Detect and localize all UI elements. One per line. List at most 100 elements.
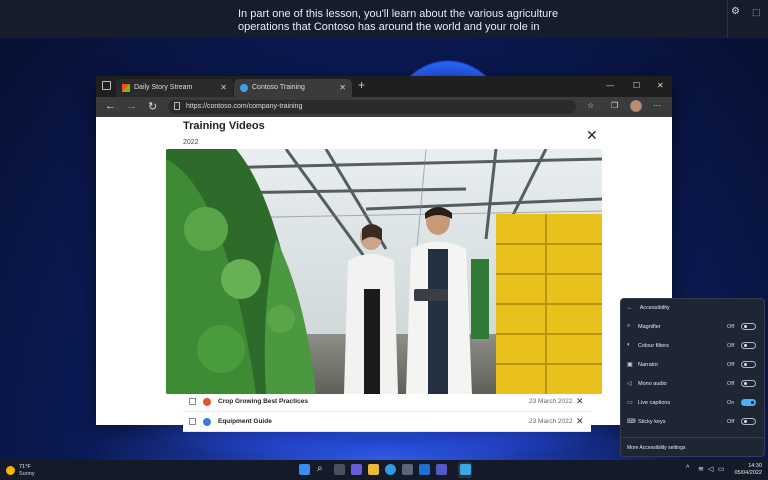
video-frame bbox=[166, 149, 602, 394]
flyout-title: Accessibility bbox=[639, 305, 670, 311]
tab-daily-story-stream[interactable]: Daily Story Stream ✕ bbox=[116, 79, 233, 97]
colour-filters-toggle[interactable] bbox=[741, 342, 756, 349]
maximize-button[interactable]: ☐ bbox=[633, 81, 640, 90]
tab-label: Contoso Training bbox=[252, 84, 305, 91]
video-name: Equipment Guide bbox=[218, 418, 272, 425]
training-video-player[interactable] bbox=[166, 149, 602, 394]
volume-icon[interactable]: ◁ bbox=[708, 465, 713, 473]
weather-cond: Sunny bbox=[19, 471, 35, 477]
narrator-icon: ▣ bbox=[627, 362, 633, 368]
weather-temp: 71°F bbox=[19, 464, 31, 470]
battery-icon[interactable]: ▭ bbox=[718, 465, 725, 473]
start-icon[interactable] bbox=[299, 464, 310, 475]
back-arrow-icon[interactable]: ← bbox=[627, 305, 633, 311]
more-link-label: More Accessibility settings bbox=[627, 445, 686, 451]
tab-strip: Daily Story Stream ✕ Contoso Training ✕ … bbox=[96, 76, 672, 97]
avatar[interactable] bbox=[630, 100, 642, 112]
live-captions-bar: In part one of this lesson, you'll learn… bbox=[0, 0, 768, 38]
list-item[interactable]: Crop Growing Best Practices 23 March 202… bbox=[183, 393, 591, 412]
flyout-header: ← Accessibility bbox=[627, 305, 670, 311]
page-title: Training Videos bbox=[183, 120, 265, 132]
accessibility-flyout: ← Accessibility ⌕ Magnifier Off ◐ Colour… bbox=[620, 298, 765, 457]
more-accessibility-settings-link[interactable]: More Accessibility settings bbox=[621, 437, 764, 457]
item-state: On bbox=[727, 400, 735, 406]
clock[interactable]: 14:30 05/04/2022 bbox=[732, 463, 762, 477]
chevron-up-icon[interactable]: ^ bbox=[686, 465, 689, 472]
magnifier-toggle[interactable] bbox=[741, 323, 756, 330]
remove-icon[interactable]: ✕ bbox=[576, 416, 584, 427]
close-video-button[interactable]: ✕ bbox=[586, 128, 598, 142]
live-captions-icon: ▭ bbox=[627, 400, 633, 406]
chat-icon[interactable] bbox=[351, 464, 362, 475]
magnifier-item[interactable]: ⌕ Magnifier Off bbox=[621, 318, 764, 337]
file-explorer-icon[interactable] bbox=[368, 464, 379, 475]
sticky-keys-item[interactable]: ⌨ Sticky keys Off bbox=[621, 413, 764, 432]
address-bar[interactable]: https://contoso.com/company-training bbox=[168, 100, 576, 114]
sticky-keys-toggle[interactable] bbox=[741, 418, 756, 425]
mono-audio-icon: ◁ bbox=[627, 381, 632, 387]
favorites-icon[interactable]: ☆ bbox=[587, 101, 594, 110]
tab-label: Daily Story Stream bbox=[134, 84, 193, 91]
store-icon[interactable] bbox=[402, 464, 413, 475]
item-label: Sticky keys bbox=[638, 419, 666, 425]
story-icon bbox=[122, 84, 130, 92]
colour-filters-item[interactable]: ◐ Colour filters Off bbox=[621, 337, 764, 356]
minimize-button[interactable]: — bbox=[606, 81, 614, 90]
refresh-button[interactable]: ↻ bbox=[148, 100, 157, 113]
taskbar: 71°F Sunny ⌕ ^ ≋ ◁ ▭ 14:30 05/04/2022 bbox=[0, 460, 768, 480]
close-tab-icon[interactable]: ✕ bbox=[339, 83, 346, 92]
new-tab-button[interactable]: + bbox=[358, 78, 365, 92]
sticky-keys-icon: ⌨ bbox=[627, 419, 636, 425]
forward-button[interactable]: → bbox=[126, 100, 137, 112]
toggle-knob bbox=[744, 420, 747, 423]
tab-actions-icon[interactable] bbox=[102, 81, 111, 90]
video-name: Crop Growing Best Practices bbox=[218, 398, 308, 405]
equipment-icon bbox=[203, 418, 211, 426]
item-label: Mono audio bbox=[638, 381, 667, 387]
pin-icon[interactable]: ⬚ bbox=[752, 6, 761, 19]
edge-icon[interactable] bbox=[385, 464, 396, 475]
search-icon[interactable]: ⌕ bbox=[317, 463, 323, 474]
narrator-toggle[interactable] bbox=[741, 361, 756, 368]
caption-divider bbox=[727, 0, 728, 38]
mono-audio-item[interactable]: ◁ Mono audio Off bbox=[621, 375, 764, 394]
colour-filters-icon: ◐ bbox=[627, 342, 631, 348]
gear-icon[interactable]: ⚙ bbox=[731, 6, 740, 19]
item-label: Narrator bbox=[638, 362, 659, 368]
narrator-item[interactable]: ▣ Narrator Off bbox=[621, 356, 764, 375]
live-captions-item[interactable]: ▭ Live captions On bbox=[621, 394, 764, 413]
teams-icon[interactable] bbox=[436, 464, 447, 475]
video-date: 23 March 2022 bbox=[529, 398, 573, 405]
browser-window: Daily Story Stream ✕ Contoso Training ✕ … bbox=[96, 76, 672, 432]
live-captions-text: In part one of this lesson, you'll learn… bbox=[238, 8, 618, 33]
app-window-icon[interactable] bbox=[460, 464, 471, 475]
toggle-knob bbox=[744, 363, 747, 366]
collections-icon[interactable]: ❐ bbox=[611, 101, 618, 110]
item-state: Off bbox=[727, 362, 735, 368]
task-view-icon[interactable] bbox=[334, 464, 345, 475]
live-captions-toggle[interactable] bbox=[741, 399, 756, 406]
outlook-icon[interactable] bbox=[419, 464, 430, 475]
list-item[interactable]: Equipment Guide 23 March 2022 ✕ bbox=[183, 413, 591, 432]
back-button[interactable]: ← bbox=[105, 100, 116, 112]
toggle-knob bbox=[751, 401, 754, 404]
mono-audio-toggle[interactable] bbox=[741, 380, 756, 387]
caption-line-2: operations that Contoso has around the w… bbox=[238, 20, 540, 33]
lock-icon bbox=[174, 102, 180, 110]
checkbox[interactable] bbox=[189, 398, 196, 405]
item-label: Live captions bbox=[638, 400, 671, 406]
tomato-icon bbox=[203, 398, 211, 406]
page-year: 2022 bbox=[183, 139, 199, 146]
checkbox[interactable] bbox=[189, 418, 196, 425]
more-icon[interactable]: ··· bbox=[653, 101, 661, 110]
close-window-button[interactable]: ✕ bbox=[657, 81, 664, 90]
close-tab-icon[interactable]: ✕ bbox=[220, 83, 227, 92]
tab-contoso-training[interactable]: Contoso Training ✕ bbox=[234, 79, 352, 97]
clock-time: 14:30 bbox=[748, 463, 762, 469]
wifi-icon[interactable]: ≋ bbox=[698, 465, 704, 473]
remove-icon[interactable]: ✕ bbox=[576, 396, 584, 407]
contoso-icon bbox=[240, 84, 248, 92]
item-label: Magnifier bbox=[638, 324, 661, 330]
item-state: Off bbox=[727, 381, 735, 387]
toggle-knob bbox=[744, 344, 747, 347]
